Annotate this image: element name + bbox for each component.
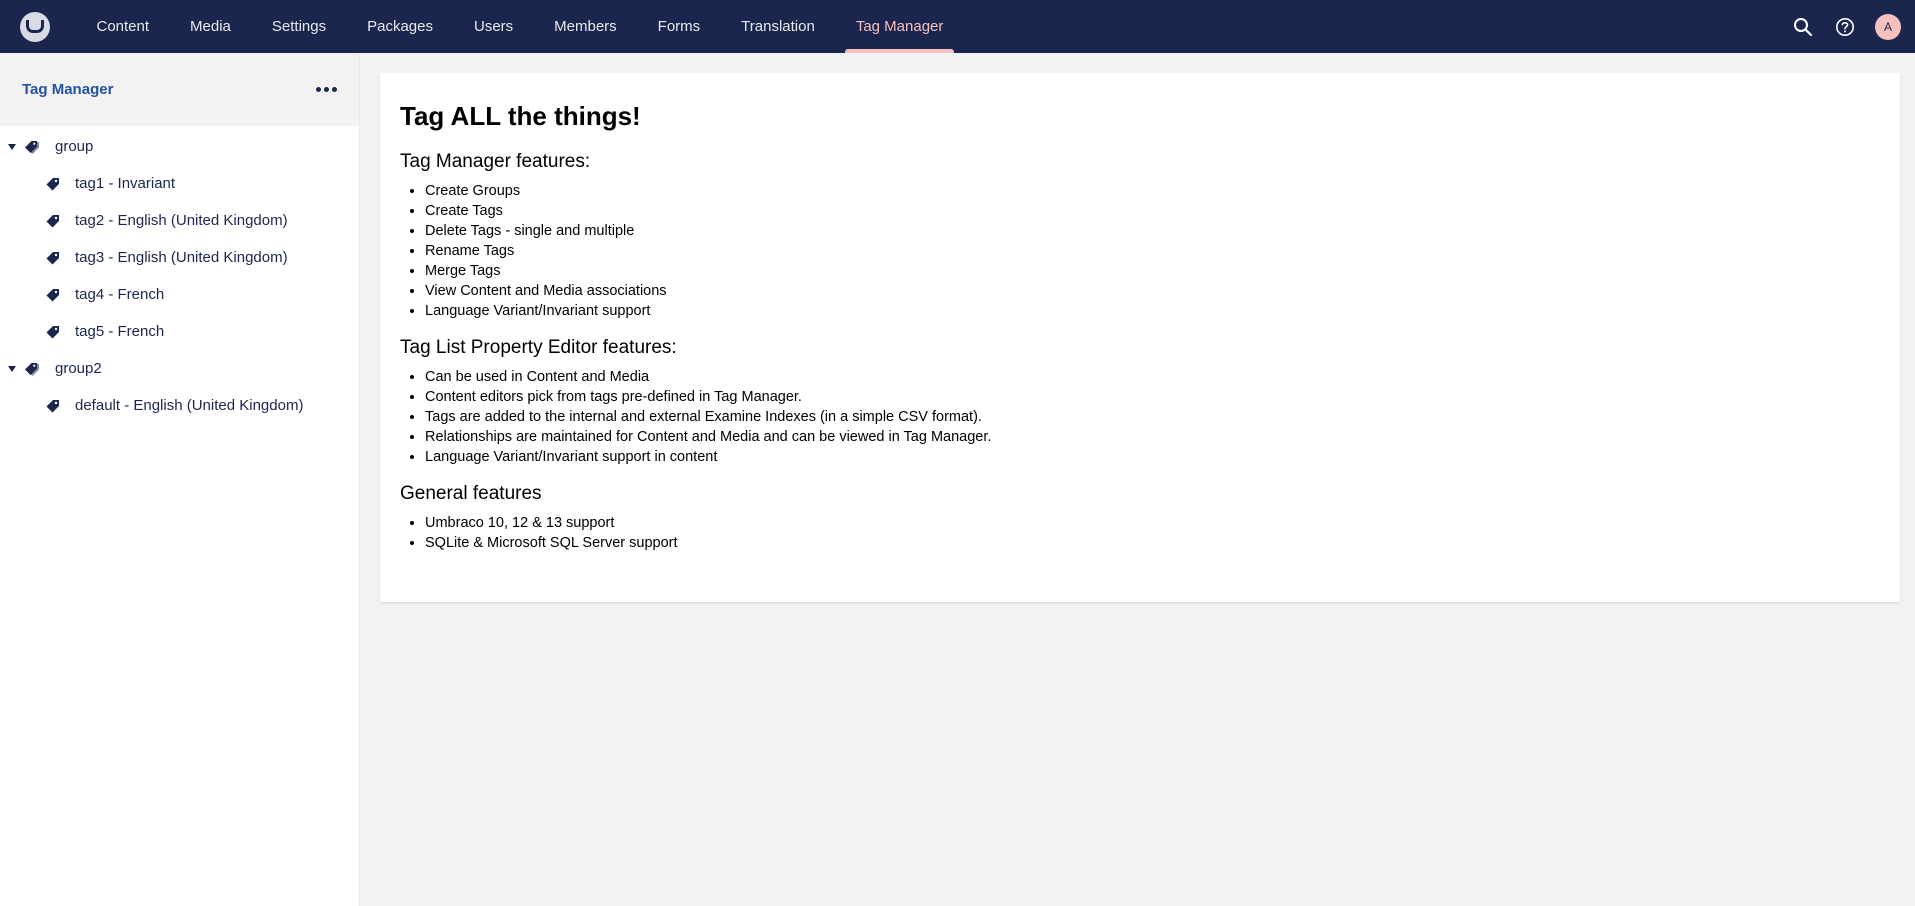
section-title: General features [400, 483, 542, 504]
tag-icon [45, 250, 61, 266]
feature-list: Umbraco 10, 12 & 13 support SQLite & Mic… [400, 513, 1880, 553]
section-title: Tag List Property Editor features: [400, 337, 677, 358]
tag-icon [45, 287, 61, 303]
tree-group-row[interactable]: group [0, 128, 359, 165]
tree-group-label: group2 [55, 360, 102, 377]
top-actions: A [1789, 0, 1901, 53]
tag-icon [45, 213, 61, 229]
list-item: Content editors pick from tags pre-defin… [425, 387, 1880, 407]
nav-item-users[interactable]: Users [453, 0, 533, 53]
list-item: Language Variant/Invariant support [425, 301, 1880, 321]
top-bar: Content Media Settings Packages Users Me… [0, 0, 1915, 53]
tree-tag-row[interactable]: tag1 - Invariant [0, 165, 359, 202]
tree-tag-row[interactable]: tag5 - French [0, 313, 359, 350]
nav-item-tag-manager[interactable]: Tag Manager [835, 0, 964, 53]
nav-item-forms[interactable]: Forms [637, 0, 721, 53]
tags-icon [24, 139, 40, 155]
tree-tag-label: tag1 - Invariant [75, 175, 176, 192]
tags-icon [24, 361, 40, 377]
nav-item-settings[interactable]: Settings [251, 0, 346, 53]
list-item: Rename Tags [425, 241, 1880, 261]
ellipsis-icon[interactable] [312, 81, 341, 98]
list-item: SQLite & Microsoft SQL Server support [425, 533, 1880, 553]
list-item: Umbraco 10, 12 & 13 support [425, 513, 1880, 533]
nav-item-packages[interactable]: Packages [347, 0, 454, 53]
page-title: Tag ALL the things! [400, 101, 641, 131]
tag-icon [45, 176, 61, 192]
list-item: Can be used in Content and Media [425, 367, 1880, 387]
nav-item-media[interactable]: Media [170, 0, 252, 53]
caret-down-icon[interactable] [8, 365, 16, 372]
list-item: Language Variant/Invariant support in co… [425, 447, 1880, 467]
tree-tag-row[interactable]: default - English (United Kingdom) [0, 387, 359, 424]
list-item: Create Tags [425, 201, 1880, 221]
tag-icon [45, 398, 61, 414]
nav-item-content[interactable]: Content [76, 0, 170, 53]
list-item: Create Groups [425, 181, 1880, 201]
sidebar-header: Tag Manager [0, 53, 359, 126]
umbraco-logo-icon[interactable] [20, 11, 50, 42]
sidebar-title[interactable]: Tag Manager [22, 81, 113, 98]
search-icon[interactable] [1789, 13, 1817, 41]
tree-tag-label: tag5 - French [75, 323, 165, 340]
sidebar: Tag Manager group tag1 - Invariant tag2 … [0, 53, 360, 906]
tag-tree: group tag1 - Invariant tag2 - English (U… [0, 126, 359, 424]
tree-tag-label: tag3 - English (United Kingdom) [75, 249, 288, 266]
list-item: Tags are added to the internal and exter… [425, 407, 1880, 427]
dashboard-panel: Tag ALL the things! Tag Manager features… [380, 73, 1900, 602]
feature-list: Create Groups Create Tags Delete Tags - … [400, 181, 1880, 321]
section-nav: Content Media Settings Packages Users Me… [76, 0, 964, 53]
list-item: Merge Tags [425, 261, 1880, 281]
nav-item-members[interactable]: Members [534, 0, 638, 53]
section-title: Tag Manager features: [400, 151, 591, 172]
feature-list: Can be used in Content and Media Content… [400, 367, 1880, 467]
help-icon[interactable] [1831, 13, 1859, 41]
tree-tag-label: default - English (United Kingdom) [75, 397, 304, 414]
caret-down-icon[interactable] [8, 143, 16, 150]
tree-tag-row[interactable]: tag3 - English (United Kingdom) [0, 239, 359, 276]
tree-tag-row[interactable]: tag2 - English (United Kingdom) [0, 202, 359, 239]
nav-item-translation[interactable]: Translation [721, 0, 836, 53]
list-item: Delete Tags - single and multiple [425, 221, 1880, 241]
list-item: Relationships are maintained for Content… [425, 427, 1880, 447]
tree-tag-row[interactable]: tag4 - French [0, 276, 359, 313]
tree-group-row[interactable]: group2 [0, 350, 359, 387]
list-item: View Content and Media associations [425, 281, 1880, 301]
tree-tag-label: tag4 - French [75, 286, 165, 303]
tree-tag-label: tag2 - English (United Kingdom) [75, 212, 288, 229]
tree-group-label: group [55, 138, 94, 155]
user-avatar[interactable]: A [1875, 13, 1901, 40]
tag-icon [45, 324, 61, 340]
